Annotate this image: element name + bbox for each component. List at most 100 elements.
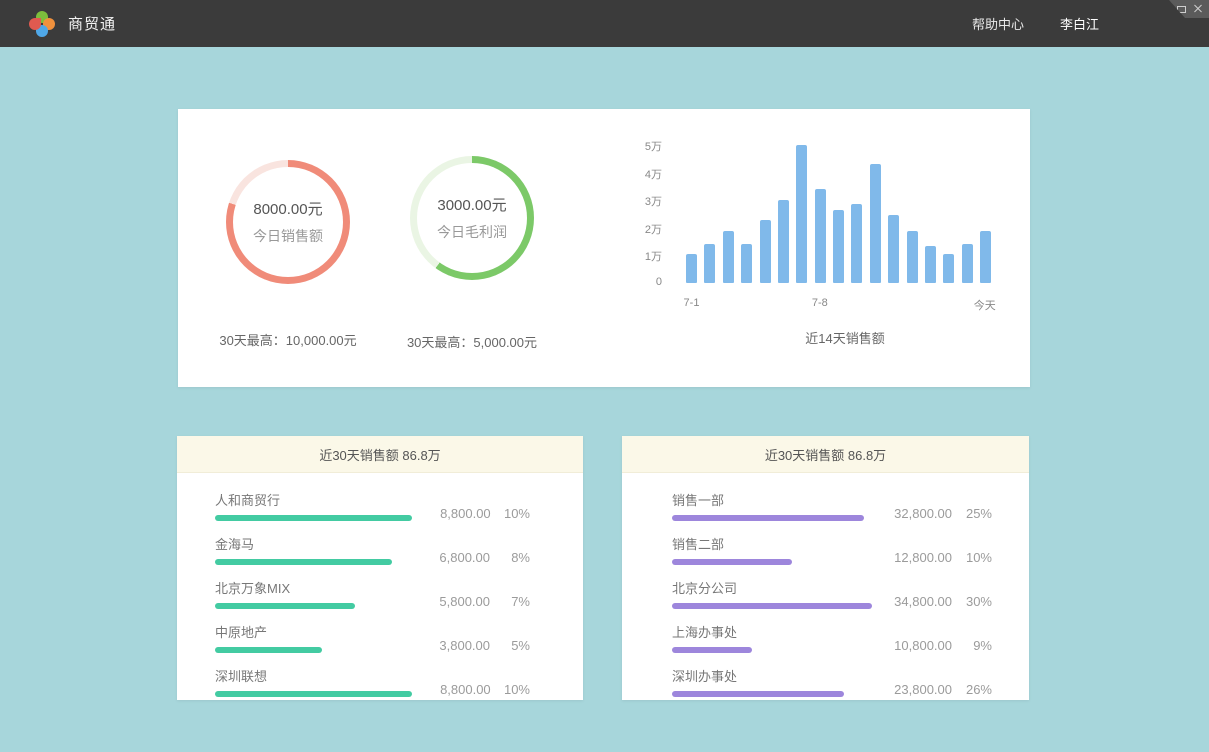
maximize-button[interactable]	[1177, 6, 1186, 13]
logo-petal-red	[29, 18, 41, 30]
customer-ranking-list: 人和商贸行8,800.0010%金海马6,800.008%北京万象MIX5,80…	[177, 473, 583, 697]
ranking-item-label: 深圳联想	[215, 666, 412, 685]
department-ranking-card: 近30天销售额 86.8万 销售一部32,800.0025% 销售二部12,800…	[622, 436, 1029, 700]
sales-bar	[723, 231, 734, 283]
ranking-row: 中原地产3,800.005%	[215, 622, 530, 653]
ranking-item-value: 32,800.00	[872, 506, 952, 521]
sales-bar	[962, 244, 973, 283]
ranking-item-bar	[215, 515, 412, 521]
ranking-item-bar	[672, 515, 864, 521]
help-center-link[interactable]: 帮助中心	[972, 14, 1024, 33]
today-summary-card: 8000.00元 今日销售额 30天最高：10,000.00元 3000.00元…	[178, 109, 1030, 387]
ranking-row: 上海办事处10,800.009%	[672, 622, 992, 653]
y-axis-tick: 5万	[618, 138, 662, 154]
x-axis-tick: 今天	[960, 297, 1010, 313]
ranking-item-bar	[215, 603, 355, 609]
y-axis-tick: 1万	[618, 248, 662, 264]
today-sales-donut-chart: 8000.00元 今日销售额	[226, 160, 350, 284]
maximize-icon	[1177, 6, 1186, 13]
sales-bar	[943, 254, 954, 283]
ranking-item-percent: 10%	[491, 506, 530, 521]
ranking-row: 销售一部32,800.0025%	[672, 490, 992, 521]
ranking-item-bar	[672, 603, 872, 609]
ranking-item-label: 销售二部	[672, 534, 872, 553]
sales-bar	[907, 231, 918, 283]
ranking-item-label: 销售一部	[672, 490, 872, 509]
today-sales-value: 8000.00元	[253, 198, 322, 219]
y-axis-tick: 4万	[618, 166, 662, 182]
sales-bar	[778, 200, 789, 283]
profit-30day-max: 30天最高：5,000.00元	[362, 332, 582, 351]
ranking-item-label: 金海马	[215, 534, 410, 553]
window-controls	[1155, 0, 1209, 18]
ranking-item-label: 人和商贸行	[215, 490, 412, 509]
ranking-item-label: 中原地产	[215, 622, 410, 641]
sales-bar	[796, 145, 807, 283]
ranking-item-bar	[215, 691, 412, 697]
ranking-item-percent: 10%	[952, 550, 992, 565]
ranking-item-bar	[215, 559, 392, 565]
sales-bar	[686, 254, 697, 283]
app-title: 商贸通	[68, 13, 116, 34]
ranking-item-label: 深圳办事处	[672, 666, 872, 685]
ranking-row: 销售二部12,800.0010%	[672, 534, 992, 565]
close-button[interactable]	[1194, 5, 1202, 13]
ranking-item-value: 3,800.00	[410, 638, 490, 653]
today-profit-label: 今日毛利润	[437, 222, 507, 242]
today-profit-donut-chart: 3000.00元 今日毛利润	[410, 156, 534, 280]
user-menu[interactable]: 李白江	[1060, 14, 1099, 33]
ranking-item-bar	[672, 691, 844, 697]
titlebar: 商贸通 帮助中心 李白江	[0, 0, 1209, 47]
ranking-item-percent: 30%	[952, 594, 992, 609]
ranking-row: 北京分公司34,800.0030%	[672, 578, 992, 609]
y-axis-tick: 2万	[618, 221, 662, 237]
sales-bar	[925, 246, 936, 283]
ranking-row: 深圳联想8,800.0010%	[215, 666, 530, 697]
ranking-item-label: 北京万象MIX	[215, 578, 410, 597]
ranking-item-bar	[672, 559, 792, 565]
ranking-item-percent: 26%	[952, 682, 992, 697]
x-axis-tick: 7-8	[795, 297, 845, 309]
today-profit-value: 3000.00元	[437, 194, 506, 215]
ranking-row: 人和商贸行8,800.0010%	[215, 490, 530, 521]
customer-ranking-card: 近30天销售额 86.8万 人和商贸行8,800.0010%金海马6,800.0…	[177, 436, 583, 700]
sales-bar	[815, 189, 826, 283]
x-axis-tick: 7-1	[667, 297, 717, 309]
ranking-item-label: 北京分公司	[672, 578, 872, 597]
sales-bar-chart	[686, 143, 991, 283]
ranking-item-bar	[672, 647, 752, 653]
sales-bar	[980, 231, 991, 283]
ranking-item-value: 5,800.00	[410, 594, 490, 609]
ranking-row: 金海马6,800.008%	[215, 534, 530, 565]
ranking-item-value: 34,800.00	[872, 594, 952, 609]
ranking-item-value: 8,800.00	[412, 506, 491, 521]
ranking-item-value: 10,800.00	[872, 638, 952, 653]
ranking-item-value: 8,800.00	[412, 682, 491, 697]
customer-ranking-title: 近30天销售额 86.8万	[177, 436, 583, 473]
close-icon	[1194, 5, 1202, 13]
ranking-item-percent: 10%	[491, 682, 530, 697]
ranking-item-value: 12,800.00	[872, 550, 952, 565]
sales-bar	[888, 215, 899, 283]
sales-bar	[760, 220, 771, 283]
ranking-item-value: 23,800.00	[872, 682, 952, 697]
minimize-button[interactable]	[1160, 9, 1169, 10]
sales-bar	[851, 204, 862, 283]
bar-chart-title: 近14天销售额	[725, 328, 965, 347]
ranking-item-percent: 25%	[952, 506, 992, 521]
ranking-item-percent: 5%	[490, 638, 530, 653]
minimize-icon	[1160, 9, 1169, 10]
dashboard-page: 8000.00元 今日销售额 30天最高：10,000.00元 3000.00元…	[0, 47, 1209, 752]
today-sales-label: 今日销售额	[253, 226, 323, 246]
ranking-row: 北京万象MIX5,800.007%	[215, 578, 530, 609]
department-ranking-title: 近30天销售额 86.8万	[622, 436, 1029, 473]
ranking-item-percent: 9%	[952, 638, 992, 653]
y-axis-tick: 3万	[618, 193, 662, 209]
sales-bar	[704, 244, 715, 283]
sales-bar	[833, 210, 844, 283]
sales-bar	[870, 164, 881, 283]
ranking-item-percent: 7%	[490, 594, 530, 609]
ranking-item-bar	[215, 647, 322, 653]
sales-bar	[741, 244, 752, 283]
ranking-row: 深圳办事处23,800.0026%	[672, 666, 992, 697]
